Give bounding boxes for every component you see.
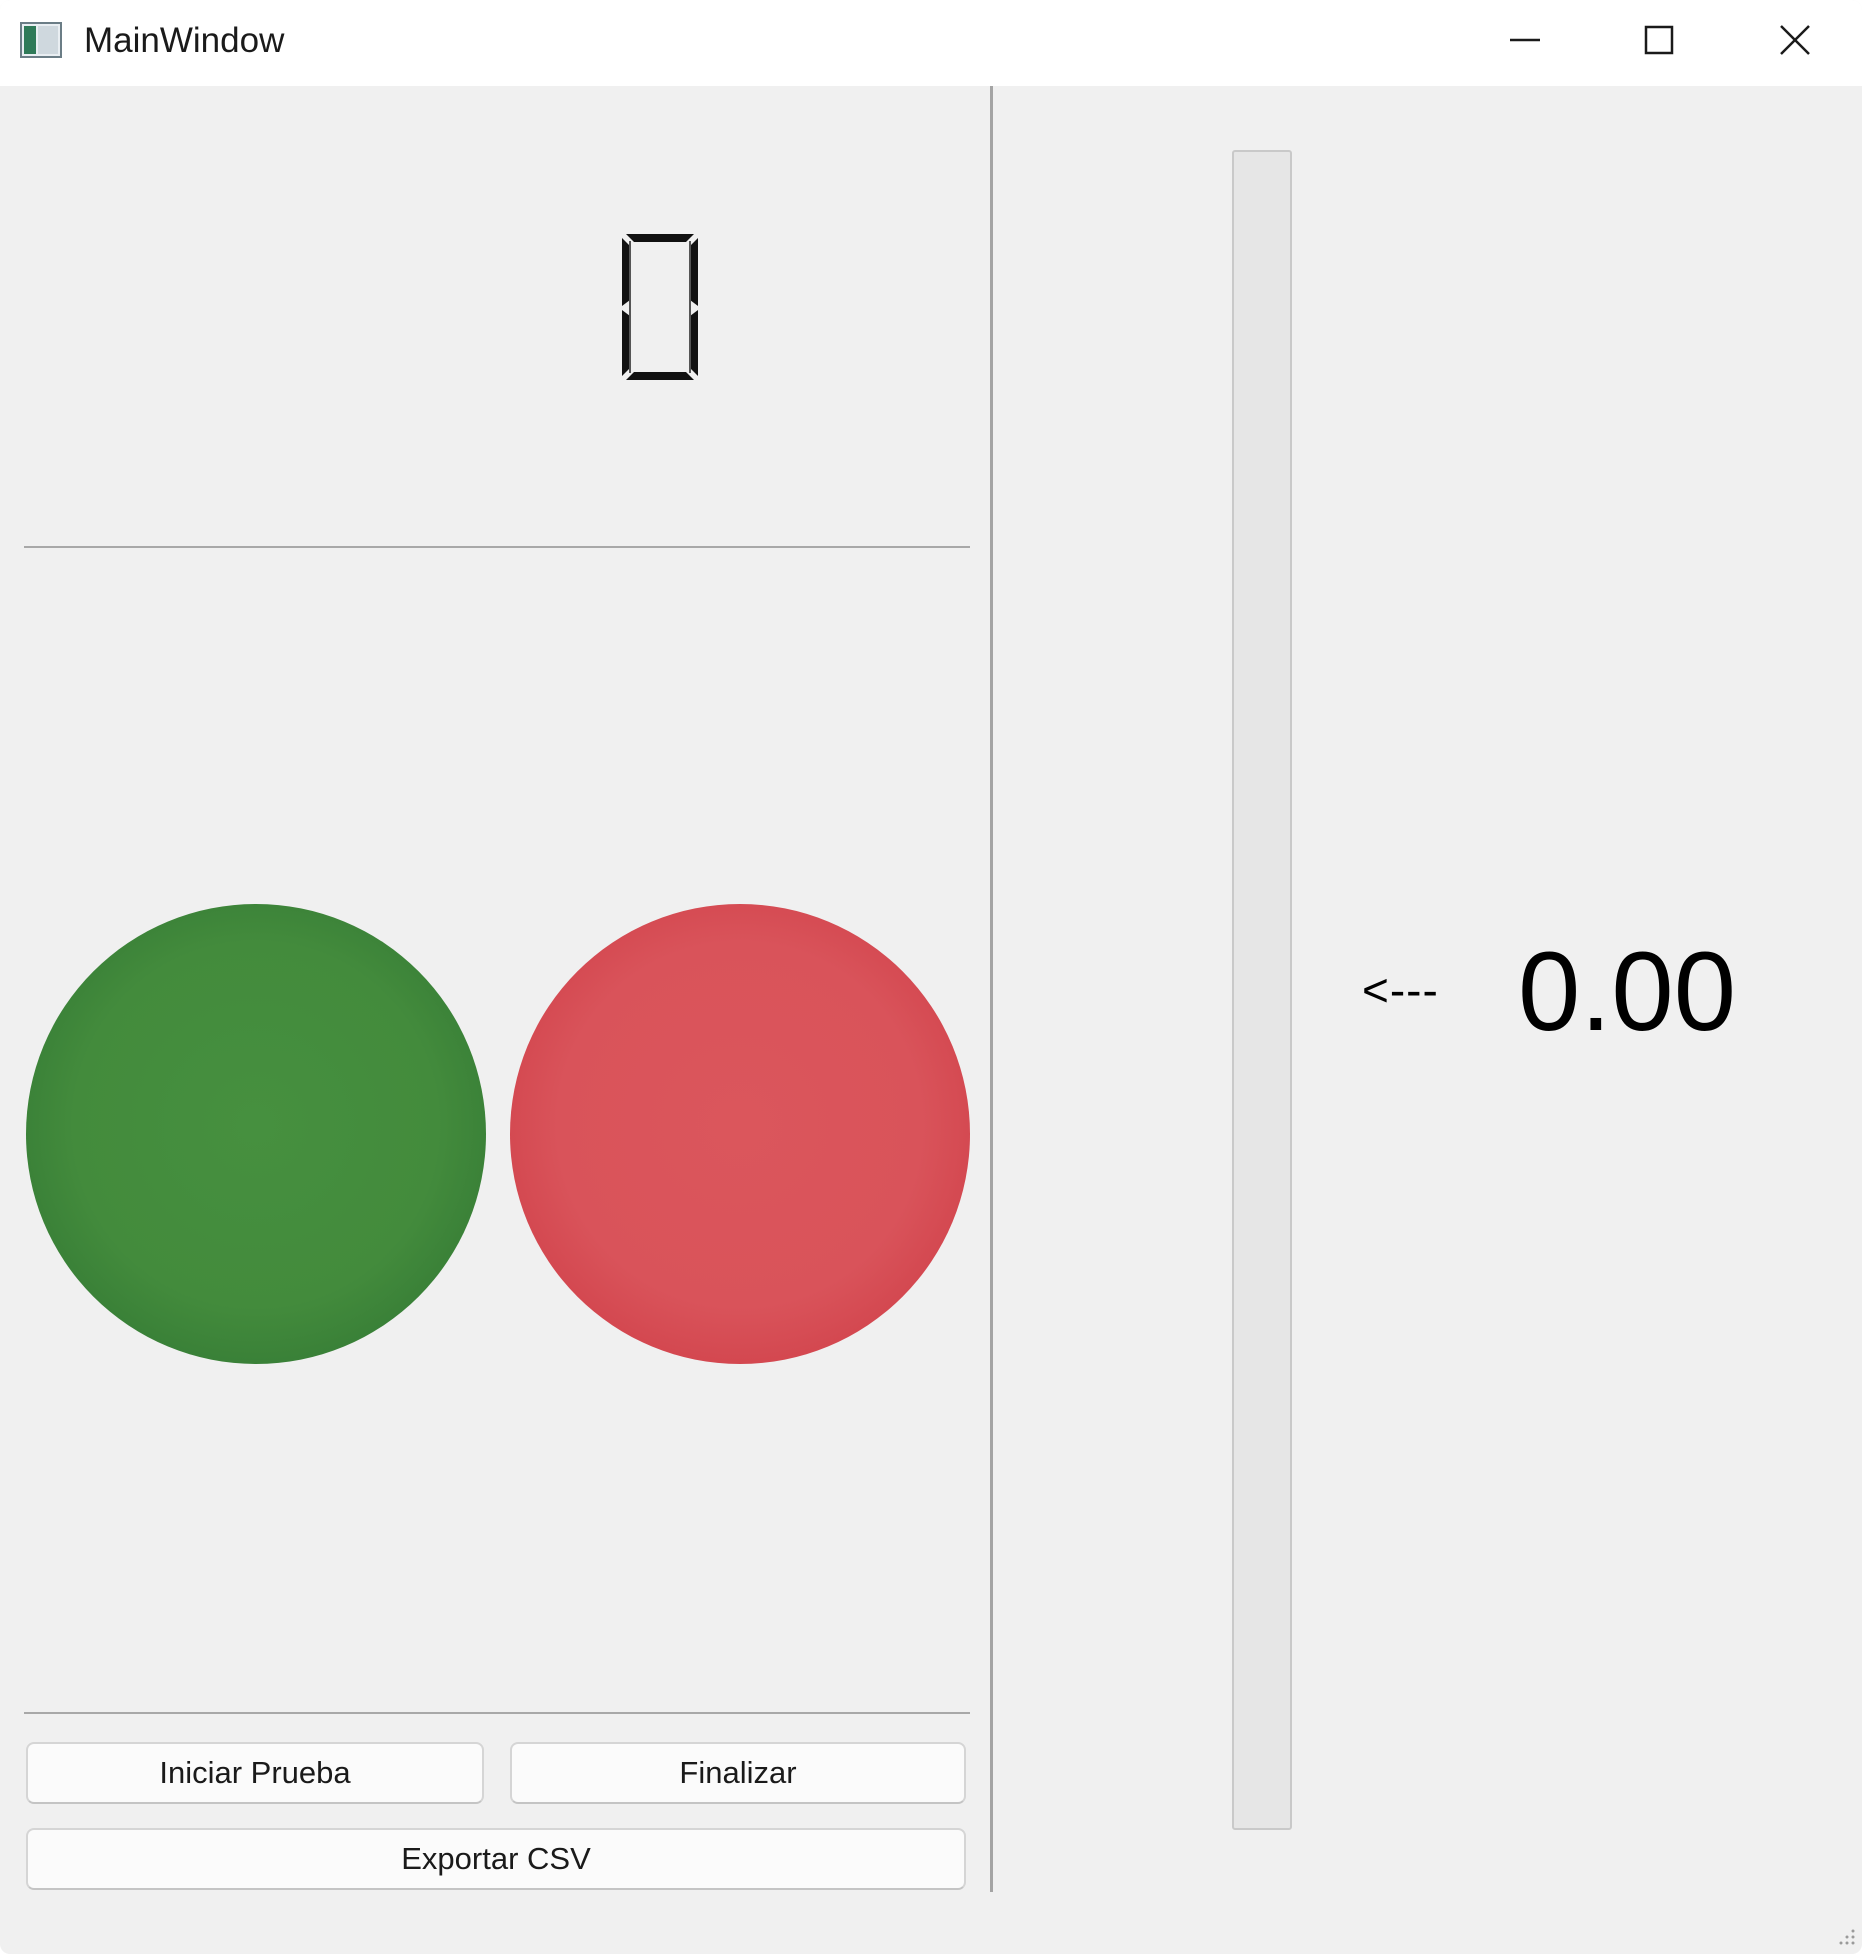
finish-button[interactable]: Finalizar xyxy=(510,1742,966,1804)
green-led-icon xyxy=(26,904,486,1364)
main-window: MainWindow 0 xyxy=(0,0,1862,1954)
bottom-divider xyxy=(24,1712,970,1714)
arrow-indicator-label: <--- xyxy=(1362,964,1439,1016)
resize-grip-icon[interactable] xyxy=(1836,1926,1856,1946)
start-test-button[interactable]: Iniciar Prueba xyxy=(26,1742,484,1804)
lcd-number-display: 0 xyxy=(620,232,700,382)
vertical-progress-bar xyxy=(1232,150,1292,1830)
title-bar: MainWindow xyxy=(0,0,1862,86)
export-csv-button[interactable]: Exportar CSV xyxy=(26,1828,966,1890)
maximize-icon xyxy=(1642,23,1676,57)
app-window-icon xyxy=(20,22,62,58)
close-button[interactable] xyxy=(1728,0,1862,80)
vertical-divider xyxy=(990,86,993,1892)
minimize-icon xyxy=(1508,23,1542,57)
top-divider xyxy=(24,546,970,548)
gauge-value-label: 0.00 xyxy=(1518,929,1736,1054)
maximize-button[interactable] xyxy=(1592,0,1726,80)
window-title: MainWindow xyxy=(84,21,285,60)
close-icon xyxy=(1778,23,1812,57)
red-led-icon xyxy=(510,904,970,1364)
minimize-button[interactable] xyxy=(1458,0,1592,80)
